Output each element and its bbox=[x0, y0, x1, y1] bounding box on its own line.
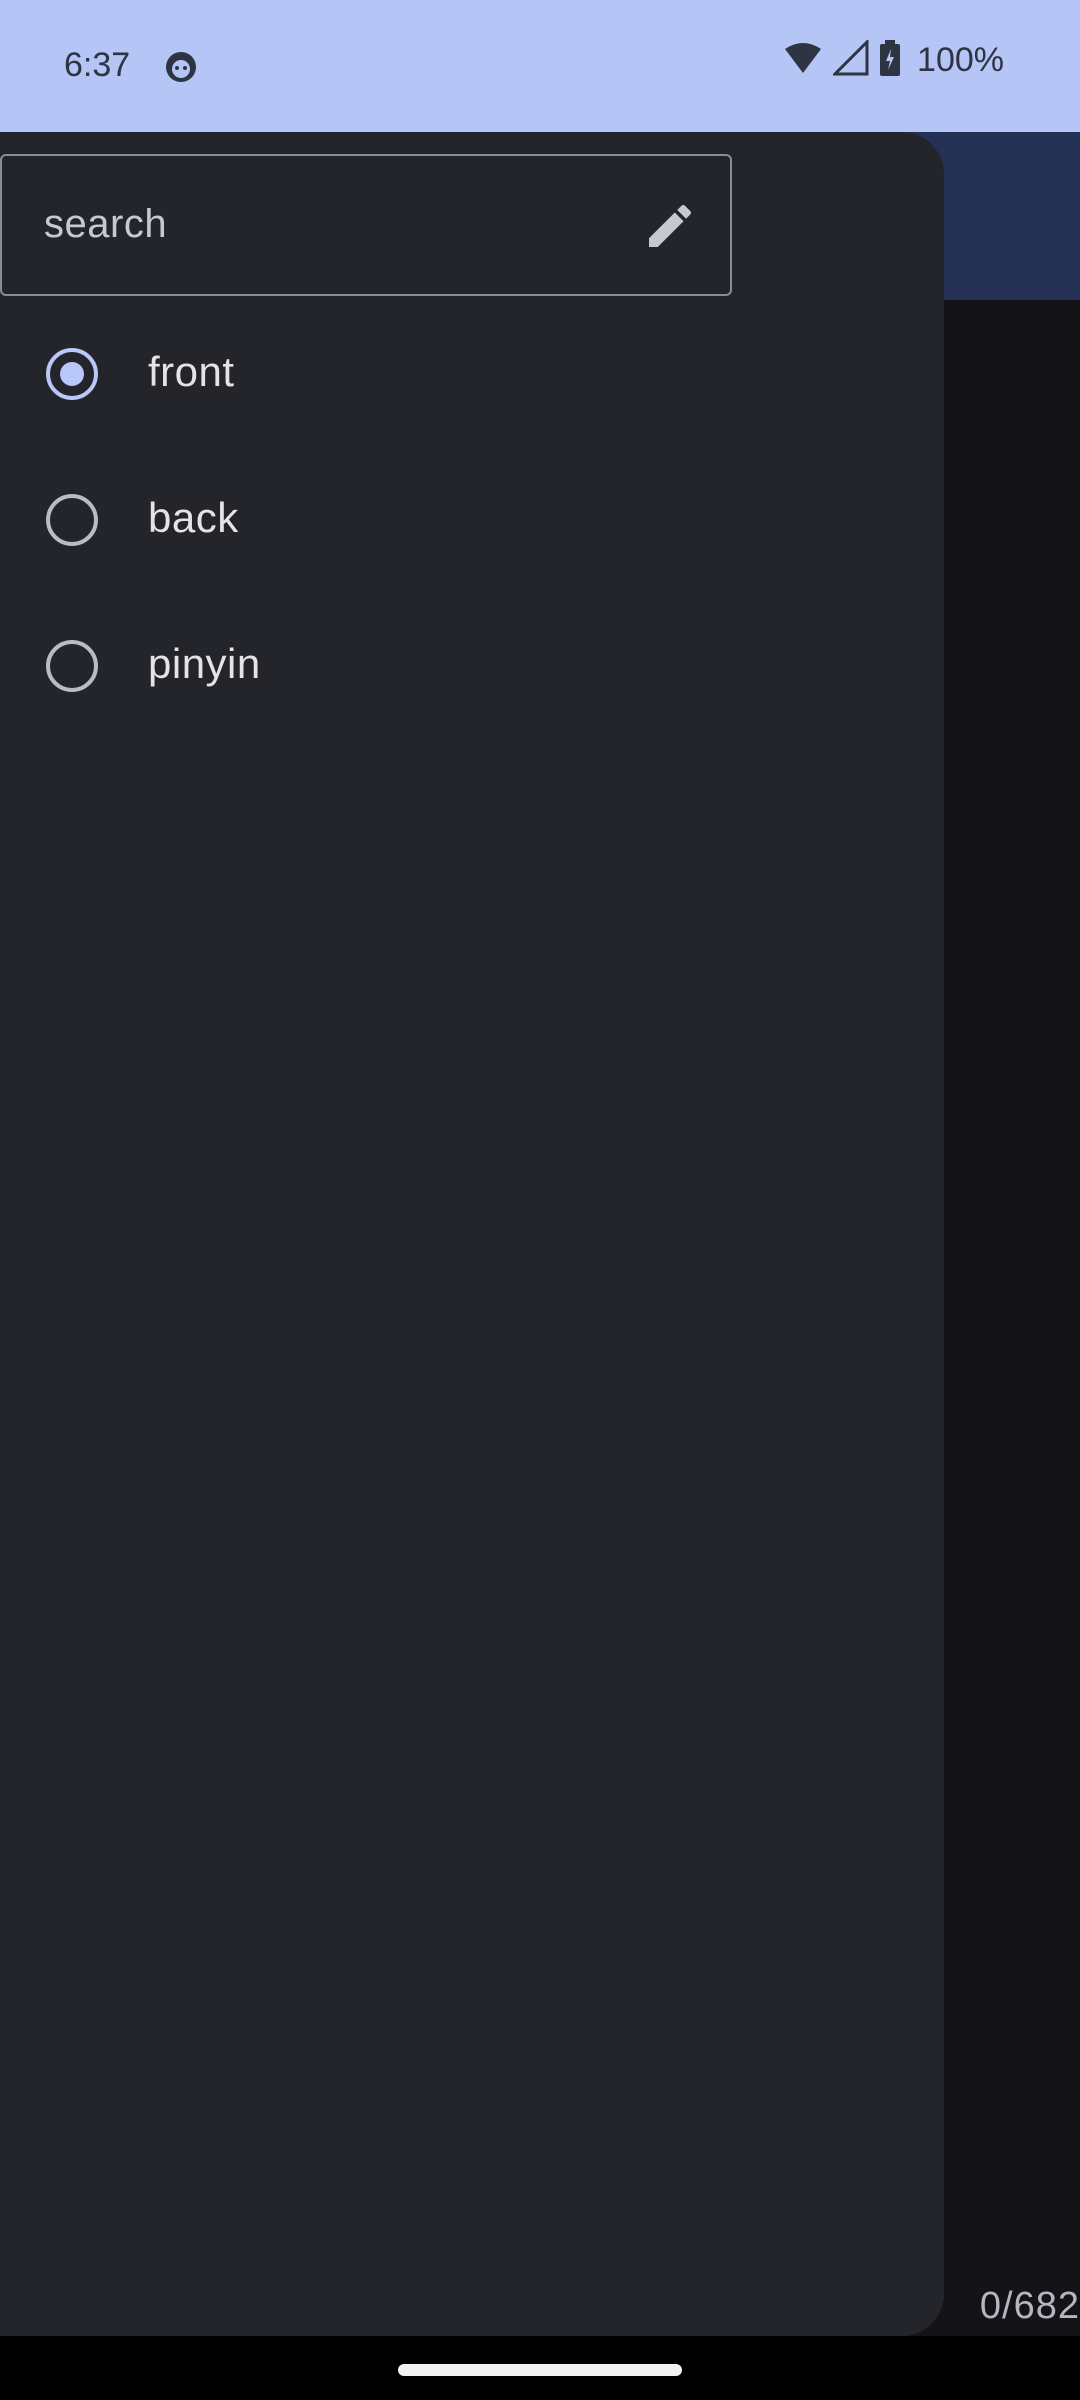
status-time: 6:37 bbox=[64, 46, 131, 84]
radio-button[interactable] bbox=[46, 494, 98, 546]
battery-icon bbox=[879, 40, 901, 81]
home-gesture-handle[interactable] bbox=[398, 2364, 682, 2376]
radio-button[interactable] bbox=[46, 640, 98, 692]
option-label: pinyin bbox=[148, 640, 261, 687]
battery-percentage: 100% bbox=[917, 41, 1004, 79]
face-icon bbox=[164, 50, 198, 84]
option-label: front bbox=[148, 348, 235, 395]
navigation-drawer: search front back pinyin bbox=[0, 132, 944, 2336]
signal-icon bbox=[831, 38, 869, 81]
pencil-icon[interactable] bbox=[642, 198, 698, 254]
radio-button-selected[interactable] bbox=[46, 348, 98, 400]
option-pinyin[interactable]: pinyin bbox=[0, 592, 944, 738]
status-icons: 100% bbox=[783, 38, 1004, 81]
option-label: back bbox=[148, 494, 239, 541]
option-front[interactable]: front bbox=[0, 300, 944, 446]
navigation-bar bbox=[0, 2336, 1080, 2400]
option-back[interactable]: back bbox=[0, 446, 944, 592]
card-counter: 0/682 bbox=[979, 2285, 1080, 2327]
wifi-icon bbox=[783, 41, 823, 80]
status-bar: 6:37 100% bbox=[0, 0, 1080, 132]
search-placeholder: search bbox=[44, 202, 168, 246]
search-input[interactable]: search bbox=[0, 154, 732, 296]
